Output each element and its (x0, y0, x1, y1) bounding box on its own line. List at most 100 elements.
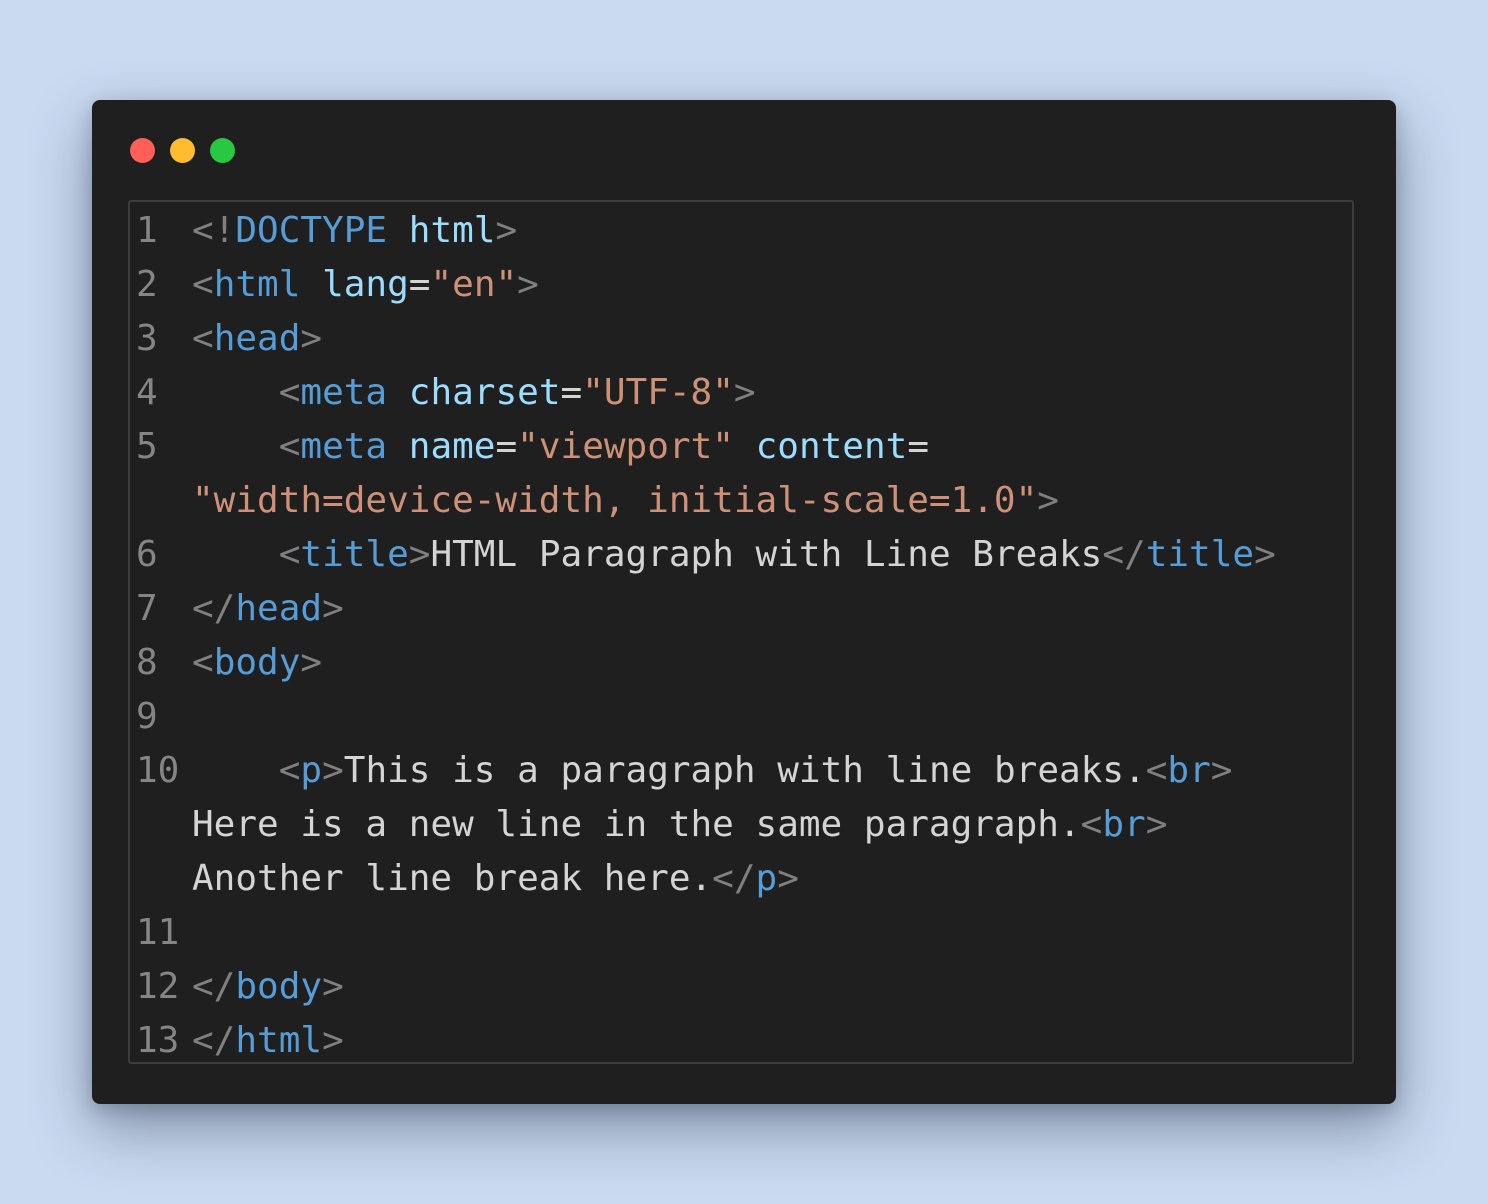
code-line-wrap: Another line break here.</p> (136, 852, 1352, 906)
line-content: <!DOCTYPE html> (192, 204, 517, 258)
token-punct: < (192, 264, 214, 305)
token-string: "viewport" (517, 426, 734, 467)
token-punct: </ (712, 858, 756, 899)
token-punct: < (192, 642, 214, 683)
token-punct: > (1210, 750, 1233, 791)
token-punct: > (1145, 804, 1168, 845)
token-punct: > (322, 588, 344, 629)
line-content: </html> (192, 1014, 344, 1068)
line-content: <body> (192, 636, 322, 690)
token-attr: lang (322, 264, 409, 305)
line-content: </body> (192, 960, 344, 1014)
code-line: 6 <title>HTML Paragraph with Line Breaks… (136, 528, 1352, 582)
token-attr: charset (408, 372, 561, 413)
token-tag: body (213, 642, 301, 683)
line-content: <title>HTML Paragraph with Line Breaks</… (192, 528, 1276, 582)
token-punct: > (1037, 480, 1059, 521)
line-number: 2 (136, 264, 158, 305)
line-number: 12 (136, 966, 180, 1007)
line-content: "width=device-width, initial-scale=1.0"> (192, 474, 1059, 528)
code-line: 3 <head> (136, 312, 1352, 366)
token-tag: html (235, 1020, 323, 1061)
token-tag: head (235, 588, 323, 629)
token-text: Another line break here. (192, 858, 713, 899)
token-punct: < (278, 426, 301, 467)
token-punct: > (322, 966, 344, 1007)
token-punct: </ (192, 966, 236, 1007)
code-line: 13 </html> (136, 1014, 1352, 1068)
code-line: 12 </body> (136, 960, 1352, 1014)
token-tag: p (755, 858, 778, 899)
token-punct: < (278, 534, 301, 575)
token-punct: < (1080, 804, 1103, 845)
line-number: 1 (136, 210, 158, 251)
token-text: = (408, 264, 431, 305)
token-punct: > (300, 642, 323, 683)
code-line: 2 <html lang="en"> (136, 258, 1352, 312)
code-window: 1 <!DOCTYPE html> 2 <html lang="en"> 3 <head>… (92, 100, 1396, 1104)
token-punct: <! (192, 210, 236, 251)
close-button[interactable] (130, 138, 155, 163)
line-content: <meta charset="UTF-8"> (192, 366, 756, 420)
token-tag: body (235, 966, 323, 1007)
line-content: Another line break here.</p> (192, 852, 799, 906)
token-tag: meta (300, 426, 388, 467)
token-punct: > (517, 264, 539, 305)
line-number: 13 (136, 1020, 180, 1061)
token-tag: html (213, 264, 301, 305)
token-punct: < (192, 318, 214, 359)
line-number: 10 (136, 750, 180, 791)
code-line: 11 (136, 906, 1352, 960)
code-line-wrap: Here is a new line in the same paragraph… (136, 798, 1352, 852)
line-number: 6 (136, 534, 158, 575)
token-string: "en" (430, 264, 518, 305)
token-attr: name (408, 426, 496, 467)
token-punct: < (278, 750, 301, 791)
token-punct: > (408, 534, 431, 575)
token-tag: head (213, 318, 301, 359)
code-line: 10 <p>This is a paragraph with line brea… (136, 744, 1352, 798)
token-text: = (495, 426, 518, 467)
token-tag: DOCTYPE (235, 210, 388, 251)
token-punct: </ (192, 588, 236, 629)
token-punct: > (495, 210, 518, 251)
line-content: <meta name="viewport" content= (192, 420, 929, 474)
screenshot-background: { "window": { "controls": [ {"name": "cl… (0, 0, 1488, 1204)
maximize-button[interactable] (210, 138, 235, 163)
line-number: 11 (136, 912, 180, 953)
code-line: 4 <meta charset="UTF-8"> (136, 366, 1352, 420)
line-number: 4 (136, 372, 158, 413)
code-line: 5 <meta name="viewport" content= (136, 420, 1352, 474)
token-text: = (907, 426, 930, 467)
token-text: HTML Paragraph with Line Breaks (430, 534, 1103, 575)
token-string: "UTF-8" (582, 372, 734, 413)
code-line: 9 (136, 690, 1352, 744)
token-attr: content (755, 426, 908, 467)
token-tag: br (1167, 750, 1211, 791)
line-content: <p>This is a paragraph with line breaks.… (192, 744, 1233, 798)
token-text: This is a paragraph with line breaks. (343, 750, 1146, 791)
line-number: 8 (136, 642, 158, 683)
token-punct: > (322, 1020, 344, 1061)
minimize-button[interactable] (170, 138, 195, 163)
line-number: 3 (136, 318, 158, 359)
token-punct: > (300, 318, 323, 359)
token-string: "width=device-width, initial-scale=1.0" (192, 480, 1038, 521)
token-attr: html (408, 210, 496, 251)
line-content: <head> (192, 312, 322, 366)
token-text: = (560, 372, 583, 413)
token-text: Here is a new line in the same paragraph… (192, 804, 1081, 845)
code-line: 1 <!DOCTYPE html> (136, 204, 1352, 258)
token-punct: </ (1102, 534, 1146, 575)
token-punct: < (1145, 750, 1168, 791)
line-content: </head> (192, 582, 344, 636)
code-line-wrap: "width=device-width, initial-scale=1.0"> (136, 474, 1352, 528)
